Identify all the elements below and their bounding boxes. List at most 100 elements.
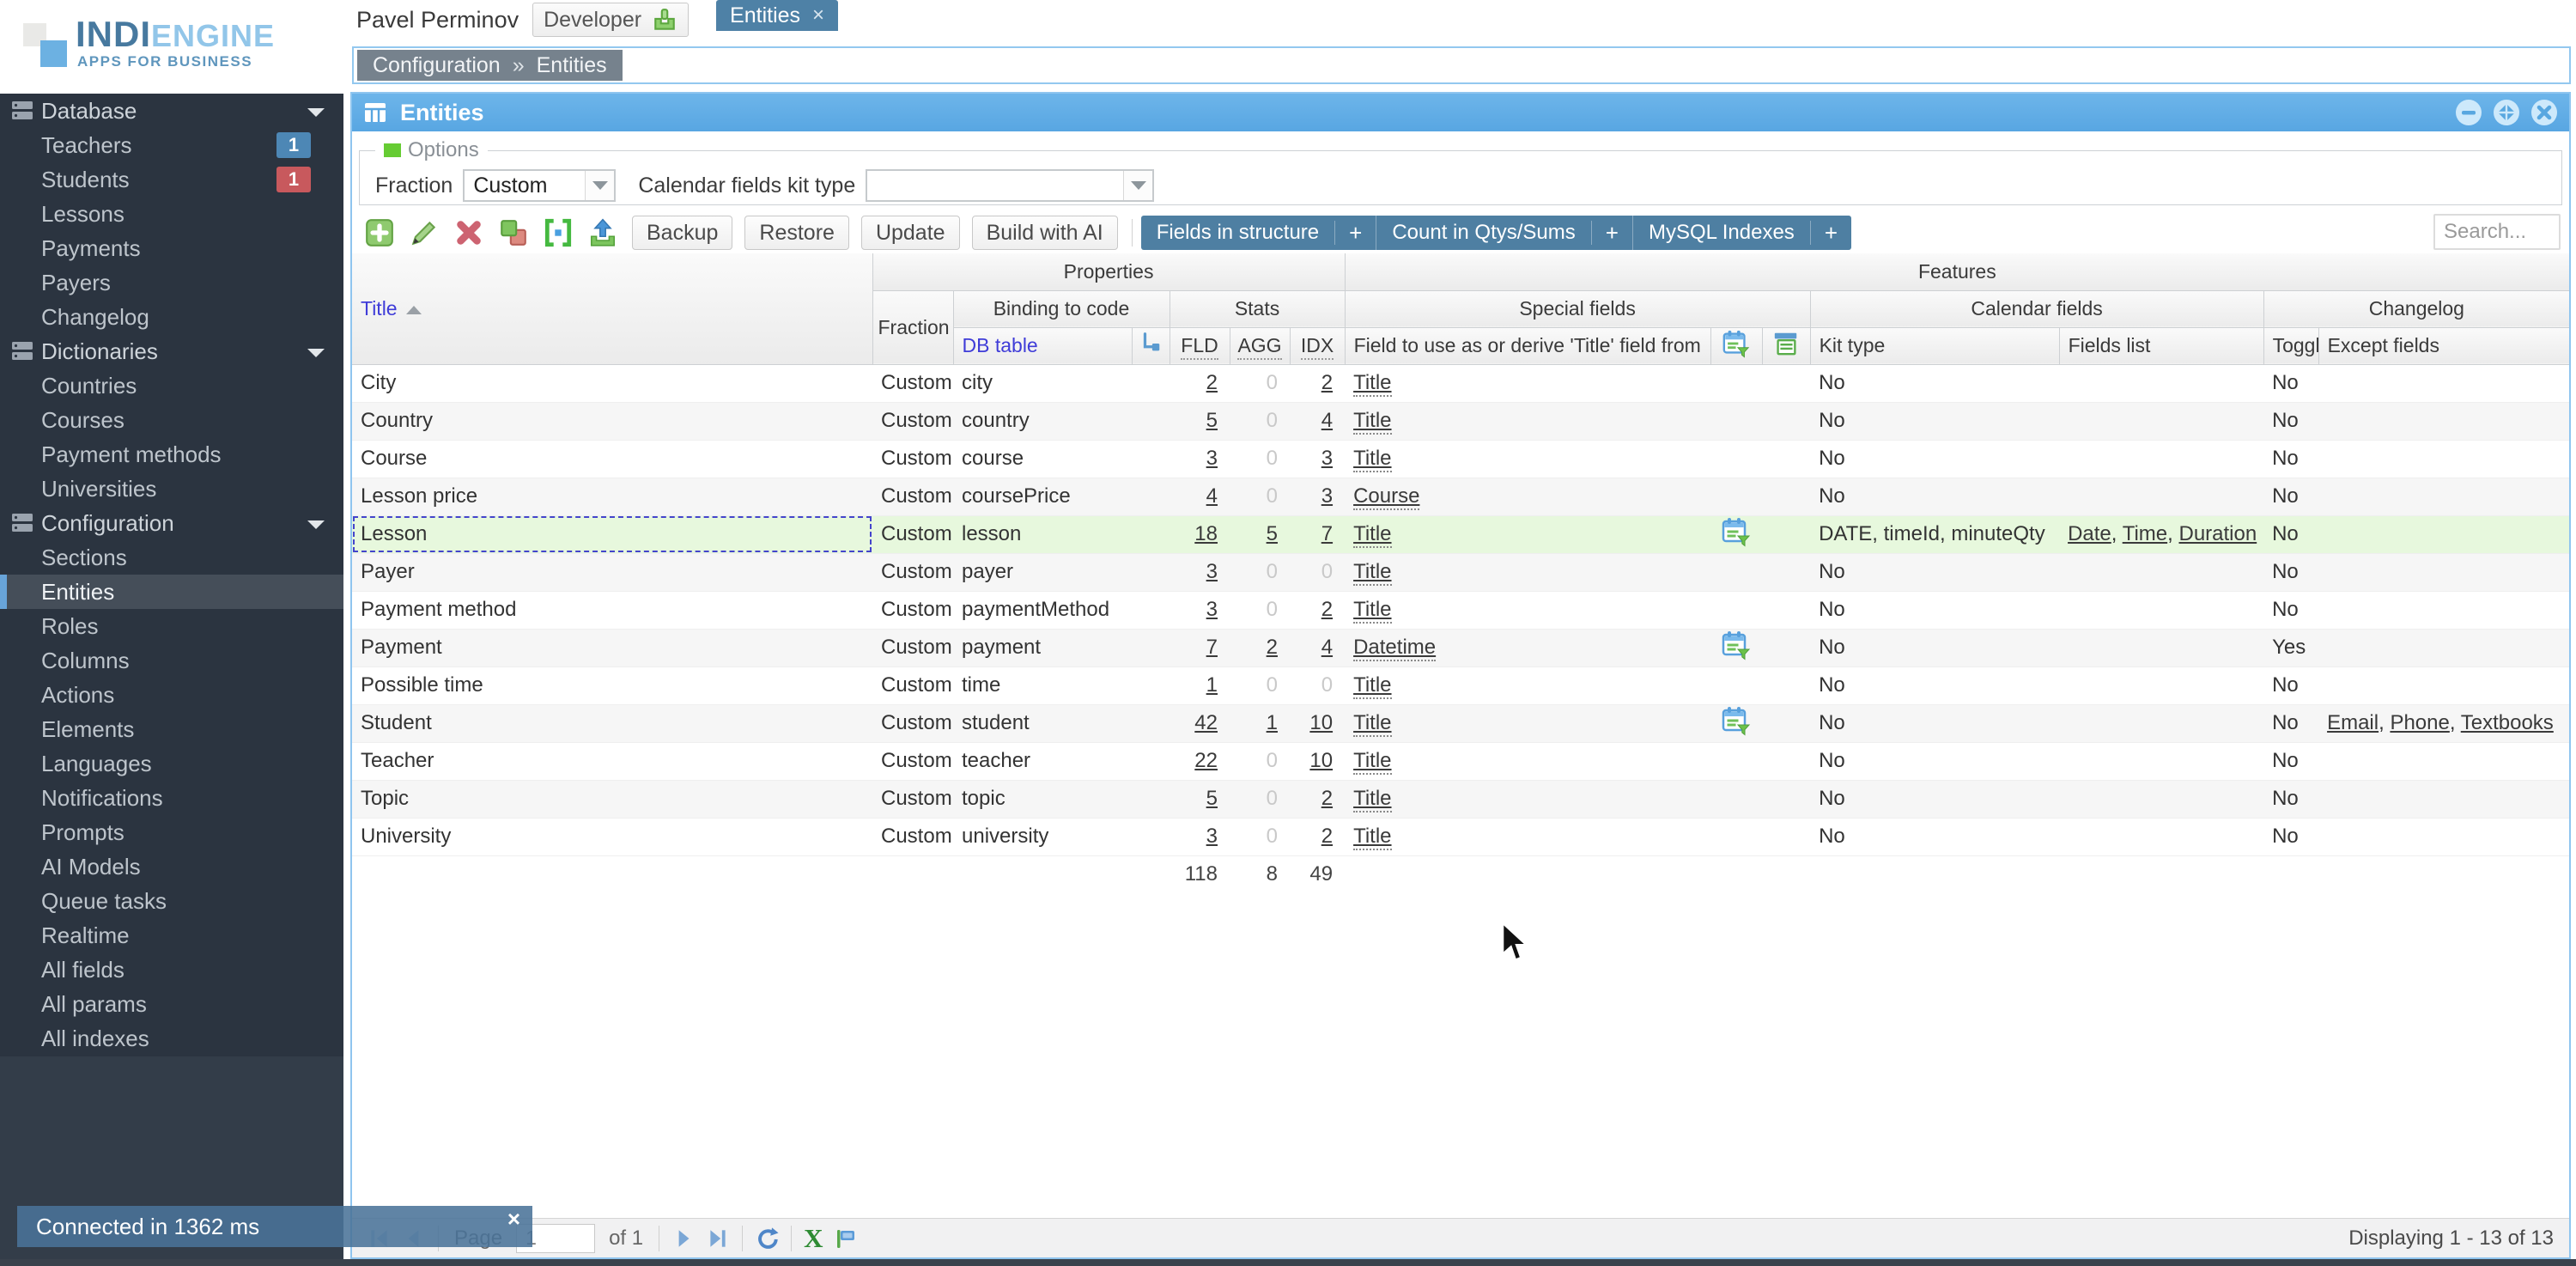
restore-button[interactable]: Restore	[744, 216, 849, 250]
field-link[interactable]: Course	[1353, 484, 1420, 510]
field-link[interactable]: Time	[2123, 522, 2167, 545]
minimize-icon[interactable]	[2454, 98, 2483, 127]
sidebar-item-payments[interactable]: Payments	[0, 231, 343, 265]
column-header-idx[interactable]: IDX	[1290, 327, 1346, 365]
sidebar-item-elements[interactable]: Elements	[0, 712, 343, 746]
tab-close-icon[interactable]: ×	[812, 0, 824, 31]
field-link[interactable]: Title	[1353, 447, 1392, 472]
field-link[interactable]: Title	[1353, 371, 1392, 397]
sidebar-item-lessons[interactable]: Lessons	[0, 197, 343, 231]
fld-count-link[interactable]: 5	[1206, 409, 1218, 432]
field-link[interactable]: Textbooks	[2461, 711, 2554, 734]
refresh-icon[interactable]	[755, 1226, 779, 1251]
sidebar-item-teachers[interactable]: Teachers 1	[0, 128, 343, 162]
field-link[interactable]: Datetime	[1353, 636, 1437, 661]
field-link[interactable]: Title	[1353, 711, 1392, 737]
last-page-icon[interactable]	[706, 1226, 730, 1251]
role-selector-button[interactable]: Developer	[532, 3, 690, 37]
sidebar-item-languages[interactable]: Languages	[0, 746, 343, 781]
fields-in-structure-add-button[interactable]: +	[1334, 221, 1376, 245]
sidebar-item-countries[interactable]: Countries	[0, 368, 343, 403]
fld-count-link[interactable]: 42	[1194, 711, 1218, 734]
field-link[interactable]: Title	[1353, 673, 1392, 699]
import-icon[interactable]	[587, 217, 618, 248]
delete-icon[interactable]	[453, 217, 484, 248]
table-row-topic[interactable]: Topic Custom topic 5 0 2 Title No No	[352, 780, 2569, 819]
mysql-indexes-button[interactable]: MySQL Indexes	[1631, 216, 1810, 250]
excel-export-icon[interactable]: X	[804, 1225, 823, 1251]
fld-count-link[interactable]: 18	[1194, 522, 1218, 545]
close-icon[interactable]	[2530, 98, 2559, 127]
column-header-agg[interactable]: AGG	[1230, 327, 1291, 365]
kit-type-select[interactable]	[866, 169, 1155, 202]
sidebar-item-actions[interactable]: Actions	[0, 678, 343, 712]
fld-count-link[interactable]: 22	[1194, 749, 1218, 772]
field-link[interactable]: Title	[1353, 409, 1392, 435]
update-button[interactable]: Update	[860, 216, 960, 250]
breadcrumb[interactable]: Configuration » Entities	[357, 50, 623, 81]
table-row-payment-method[interactable]: Payment method Custom paymentMethod 3 0 2 Titl…	[352, 591, 2569, 630]
fld-count-link[interactable]: 5	[1206, 787, 1218, 810]
table-row-country[interactable]: Country Custom country 5 0 4 Title No No	[352, 402, 2569, 441]
field-link[interactable]: Title	[1353, 825, 1392, 850]
backup-button[interactable]: Backup	[632, 216, 733, 250]
table-row-university[interactable]: University Custom university 3 0 2 Title No No	[352, 818, 2569, 856]
idx-count-link[interactable]: 3	[1321, 447, 1333, 470]
fld-count-link[interactable]: 7	[1206, 636, 1218, 659]
sidebar-item-database[interactable]: Database	[0, 94, 343, 128]
chevron-down-icon[interactable]	[307, 520, 325, 529]
table-row-lesson[interactable]: Lesson Custom lesson 18 5 7 Title DATE, timeId,…	[352, 515, 2569, 554]
breadcrumb-section[interactable]: Configuration	[373, 53, 501, 77]
field-link[interactable]: Title	[1353, 749, 1392, 775]
table-row-lesson-price[interactable]: Lesson price Custom coursePrice 4 0 3 Course No…	[352, 478, 2569, 516]
chevron-down-icon[interactable]	[585, 171, 615, 200]
sidebar-item-courses[interactable]: Courses	[0, 403, 343, 437]
fld-count-link[interactable]: 3	[1206, 560, 1218, 583]
sidebar-item-prompts[interactable]: Prompts	[0, 815, 343, 849]
idx-count-link[interactable]: 10	[1309, 749, 1333, 772]
code-brackets-icon[interactable]	[543, 217, 574, 248]
field-link[interactable]: Title	[1353, 598, 1392, 624]
column-header-fld[interactable]: FLD	[1170, 327, 1230, 365]
agg-count-link[interactable]: 5	[1267, 522, 1278, 545]
fld-count-link[interactable]: 3	[1206, 598, 1218, 621]
idx-count-link[interactable]: 3	[1321, 484, 1333, 508]
search-input[interactable]	[2433, 214, 2561, 250]
fld-count-link[interactable]: 3	[1206, 447, 1218, 470]
sidebar-item-payers[interactable]: Payers	[0, 265, 343, 300]
sidebar-item-ai-models[interactable]: AI Models	[0, 849, 343, 884]
sidebar-item-notifications[interactable]: Notifications	[0, 781, 343, 815]
sidebar-item-queue-tasks[interactable]: Queue tasks	[0, 884, 343, 918]
chevron-down-icon[interactable]	[307, 349, 325, 357]
field-link[interactable]: Phone	[2390, 711, 2449, 734]
table-row-payment[interactable]: Payment Custom payment 7 2 4 Datetime No Yes	[352, 629, 2569, 667]
column-header-fields-list[interactable]: Fields list	[2059, 327, 2264, 365]
column-header-kit-type[interactable]: Kit type	[1810, 327, 2060, 365]
count-in-qtys-sums-add-button[interactable]: +	[1590, 221, 1632, 245]
sidebar-item-universities[interactable]: Universities	[0, 472, 343, 506]
idx-count-link[interactable]: 2	[1321, 371, 1333, 394]
sidebar-item-roles[interactable]: Roles	[0, 609, 343, 643]
flag-icon[interactable]	[833, 1226, 857, 1251]
fraction-select[interactable]: Custom	[463, 169, 617, 202]
field-link[interactable]: Duration	[2178, 522, 2257, 545]
fld-count-link[interactable]: 3	[1206, 825, 1218, 848]
idx-count-link[interactable]: 2	[1321, 598, 1333, 621]
field-link[interactable]: Title	[1353, 787, 1392, 813]
count-in-qtys-sums-button[interactable]: Count in Qtys/Sums	[1376, 216, 1590, 250]
sidebar-item-students[interactable]: Students 1	[0, 162, 343, 197]
column-header-title[interactable]: Title	[352, 253, 873, 365]
table-row-payer[interactable]: Payer Custom payer 3 0 0 Title No No	[352, 553, 2569, 592]
field-link[interactable]: Date	[2068, 522, 2111, 545]
column-header-toggle[interactable]: Toggle	[2263, 327, 2319, 365]
fld-count-link[interactable]: 2	[1206, 371, 1218, 394]
fields-in-structure-button[interactable]: Fields in structure	[1141, 216, 1334, 250]
status-close-icon[interactable]: ×	[507, 1206, 520, 1233]
table-row-course[interactable]: Course Custom course 3 0 3 Title No No	[352, 440, 2569, 478]
sidebar-item-configuration[interactable]: Configuration	[0, 506, 343, 540]
idx-count-link[interactable]: 7	[1321, 522, 1333, 545]
build-with-ai-button[interactable]: Build with AI	[971, 216, 1118, 250]
column-header-db-table[interactable]: DB table	[953, 327, 1133, 365]
sidebar-item-all-fields[interactable]: All fields	[0, 953, 343, 987]
table-row-possible-time[interactable]: Possible time Custom time 1 0 0 Title No No	[352, 666, 2569, 705]
